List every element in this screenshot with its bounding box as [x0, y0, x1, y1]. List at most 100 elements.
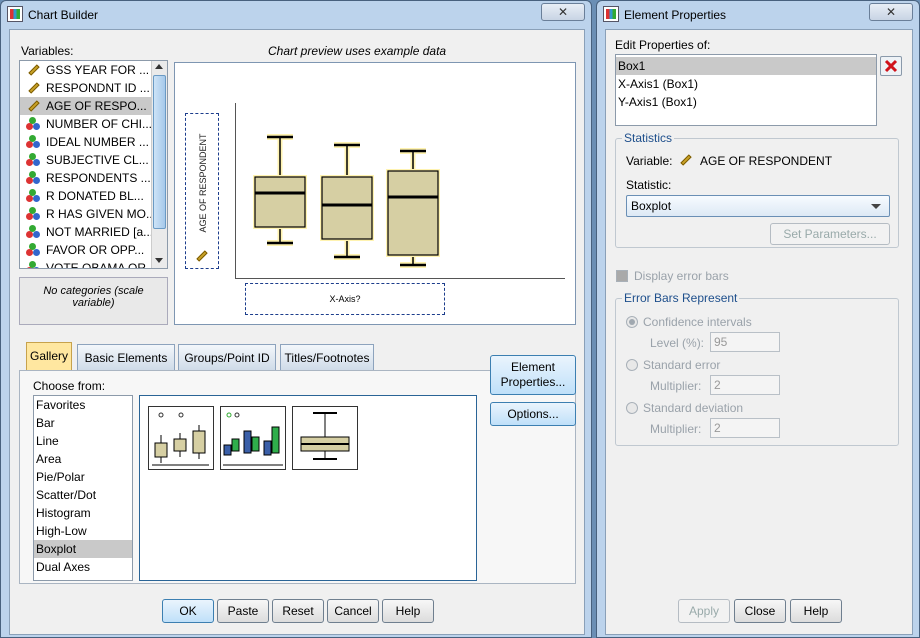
element-properties-titlebar[interactable]: Element Properties ✕	[597, 1, 919, 29]
confidence-intervals-radio[interactable]	[626, 316, 638, 328]
variable-item[interactable]: AGE OF RESPO...	[20, 97, 167, 115]
chevron-down-icon	[871, 204, 881, 209]
statistic-label: Statistic:	[626, 178, 672, 192]
help-label: Help	[395, 604, 421, 618]
ep-help-label: Help	[803, 604, 829, 618]
close-icon[interactable]: ✕	[541, 3, 585, 21]
variable-item[interactable]: RESPONDNT ID ...	[20, 79, 167, 97]
nominal-icon	[26, 243, 40, 257]
1d-boxplot-thumbnail[interactable]	[292, 406, 358, 470]
se-multiplier-label: Multiplier:	[650, 379, 702, 393]
ok-button[interactable]: OK	[162, 599, 214, 623]
tab-groups-point-id[interactable]: Groups/Point ID	[178, 344, 276, 370]
ep-help-button[interactable]: Help	[790, 599, 842, 623]
variable-label: SUBJECTIVE CL...	[46, 153, 149, 167]
close-button[interactable]: Close	[734, 599, 786, 623]
tab-gallery[interactable]: Gallery	[26, 342, 72, 370]
variable-item[interactable]: NUMBER OF CHI...	[20, 115, 167, 133]
close-label: Close	[744, 604, 776, 618]
chart-type-item[interactable]: Pie/Polar	[34, 468, 132, 486]
spss-app-icon	[603, 6, 619, 22]
chart-preview-canvas[interactable]: AGE OF RESPONDENT X-Axis?	[174, 62, 576, 325]
chart-type-item[interactable]: Scatter/Dot	[34, 486, 132, 504]
nominal-icon	[26, 207, 40, 221]
nominal-icon	[26, 189, 40, 203]
set-parameters-button[interactable]: Set Parameters...	[770, 223, 890, 245]
nominal-icon	[26, 135, 40, 149]
variable-label: RESPONDNT ID ...	[46, 81, 150, 95]
standard-error-radio[interactable]	[626, 359, 638, 371]
options-button[interactable]: Options...	[490, 402, 576, 426]
chart-type-list[interactable]: Favorites Bar Line Area Pie/Polar Scatter/Dot…	[33, 395, 133, 581]
variable-item[interactable]: SUBJECTIVE CL...	[20, 151, 167, 169]
simple-boxplot-thumbnail[interactable]	[148, 406, 214, 470]
variable-label: FAVOR OR OPP...	[46, 243, 145, 257]
scroll-thumb[interactable]	[153, 75, 166, 229]
variable-item[interactable]: VOTE OBAMA OR ...	[20, 259, 167, 269]
tab-titles-footnotes[interactable]: Titles/Footnotes	[280, 344, 374, 370]
ep-close-icon[interactable]: ✕	[869, 3, 913, 21]
statistic-dropdown[interactable]: Boxplot	[626, 195, 890, 217]
variables-list[interactable]: GSS YEAR FOR ... RESPONDNT ID ... AGE OF R…	[19, 60, 168, 269]
variable-item[interactable]: R DONATED BL...	[20, 187, 167, 205]
x-axis-drop-zone[interactable]: X-Axis?	[245, 283, 445, 315]
variables-scrollbar[interactable]	[151, 61, 167, 268]
element-properties-label: Element Properties...	[500, 360, 566, 389]
se-multiplier-input[interactable]: 2	[710, 375, 780, 395]
statistics-group: Statistics Variable: AGE OF RESPONDENT S…	[615, 131, 899, 248]
boxplot-preview	[253, 134, 440, 268]
chart-type-item[interactable]: Dual Axes	[34, 558, 132, 576]
variable-item[interactable]: GSS YEAR FOR ...	[20, 61, 167, 79]
chart-type-item[interactable]: Line	[34, 432, 132, 450]
scroll-down-icon[interactable]	[155, 258, 163, 263]
chart-builder-titlebar[interactable]: Chart Builder ✕	[1, 1, 591, 29]
window-title: Chart Builder	[28, 8, 99, 22]
y-axis-line	[235, 103, 236, 278]
scroll-up-icon[interactable]	[155, 64, 163, 69]
tab-basic-elements[interactable]: Basic Elements	[77, 344, 175, 370]
chart-type-item[interactable]: Favorites	[34, 396, 132, 414]
variable-item[interactable]: RESPONDENTS ...	[20, 169, 167, 187]
chart-type-item[interactable]: High-Low	[34, 522, 132, 540]
element-item[interactable]: Box1	[616, 57, 876, 75]
statistics-title: Statistics	[622, 131, 675, 145]
variable-item[interactable]: IDEAL NUMBER ...	[20, 133, 167, 151]
variable-item[interactable]: FAVOR OR OPP...	[20, 241, 167, 259]
chart-builder-client: Variables: Chart preview uses example da…	[9, 29, 585, 635]
element-item[interactable]: X-Axis1 (Box1)	[616, 75, 876, 93]
apply-label: Apply	[688, 604, 720, 618]
element-properties-window: Element Properties ✕ Edit Properties of:…	[596, 0, 920, 638]
y-axis-drop-zone[interactable]: AGE OF RESPONDENT	[185, 113, 219, 269]
chart-type-item[interactable]: Area	[34, 450, 132, 468]
clustered-boxplot-thumbnail[interactable]	[220, 406, 286, 470]
cancel-label: Cancel	[334, 604, 372, 618]
display-error-bars-checkbox[interactable]	[616, 270, 628, 282]
scale-ruler-icon	[26, 63, 40, 77]
cancel-button[interactable]: Cancel	[327, 599, 379, 623]
reset-button[interactable]: Reset	[272, 599, 324, 623]
element-properties-button[interactable]: Element Properties...	[490, 355, 576, 395]
apply-button[interactable]: Apply	[678, 599, 730, 623]
ok-label: OK	[179, 604, 197, 618]
sd-multiplier-label: Multiplier:	[650, 422, 702, 436]
y-axis-label: AGE OF RESPONDENT	[198, 133, 208, 233]
chart-type-item[interactable]: Histogram	[34, 504, 132, 522]
no-categories-text: No categories (scale variable)	[43, 285, 144, 309]
sd-multiplier-input[interactable]: 2	[710, 418, 780, 438]
variable-item[interactable]: R HAS GIVEN MO...	[20, 205, 167, 223]
variable-label: GSS YEAR FOR ...	[46, 63, 150, 77]
level-input[interactable]: 95	[710, 332, 780, 352]
help-button[interactable]: Help	[382, 599, 434, 623]
box	[321, 176, 373, 240]
standard-deviation-radio[interactable]	[626, 402, 638, 414]
variable-label: VOTE OBAMA OR ...	[46, 261, 160, 269]
element-item[interactable]: Y-Axis1 (Box1)	[616, 93, 876, 111]
chart-type-item[interactable]: Bar	[34, 414, 132, 432]
chart-type-item[interactable]: Boxplot	[34, 540, 132, 558]
delete-element-button[interactable]	[880, 56, 902, 76]
paste-button[interactable]: Paste	[217, 599, 269, 623]
variable-item[interactable]: NOT MARRIED [a...	[20, 223, 167, 241]
standard-error-label: Standard error	[643, 358, 721, 372]
element-list[interactable]: Box1 X-Axis1 (Box1) Y-Axis1 (Box1)	[615, 54, 877, 126]
x-axis-line	[235, 278, 565, 279]
